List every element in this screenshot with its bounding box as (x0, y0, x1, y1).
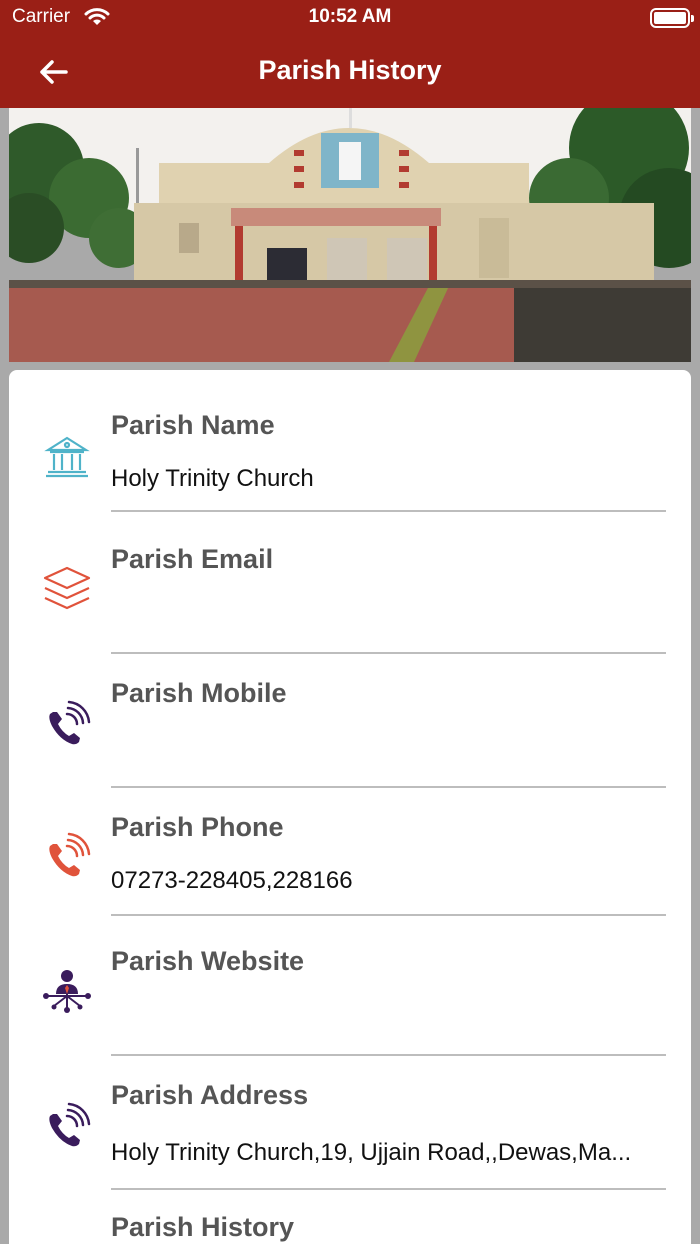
parish-history-label: Parish History (111, 1212, 295, 1242)
battery-icon (650, 8, 694, 28)
parish-phone-label: Parish Phone (111, 812, 284, 842)
page-title: Parish History (258, 55, 442, 85)
church-icon (42, 432, 92, 482)
phone-signal-icon[interactable] (42, 832, 92, 882)
parish-address-value: Holy Trinity Church,19, Ujjain Road,,Dew… (111, 1139, 632, 1166)
phone-signal-icon[interactable] (42, 1102, 92, 1152)
parish-website-row: Parish Website (9, 906, 691, 1056)
phone-signal-icon[interactable] (42, 700, 92, 750)
parish-website-label: Parish Website (111, 946, 305, 976)
parish-photo (9, 108, 691, 362)
parish-name-value: Holy Trinity Church (111, 465, 314, 492)
nav-bar: Carrier 10:52 AM Parish History (0, 0, 700, 108)
parish-email-row: Parish Email (9, 504, 691, 654)
parish-address-row: Parish Address Holy Trinity Church,19, U… (9, 1040, 691, 1190)
parish-phone-row: Parish Phone 07273-228405,228166 (9, 772, 691, 916)
parish-name-row: Parish Name Holy Trinity Church (9, 370, 691, 512)
parish-address-label: Parish Address (111, 1080, 309, 1110)
parish-name-label: Parish Name (111, 410, 275, 440)
parish-details-card: Parish Name Holy Trinity Church Parish E… (9, 370, 691, 1244)
layers-icon (42, 564, 92, 614)
parish-email-label: Parish Email (111, 544, 274, 574)
parish-phone-value: 07273-228405,228166 (111, 867, 353, 894)
clock: 10:52 AM (308, 6, 392, 27)
status-bar: Carrier 10:52 AM (0, 0, 700, 36)
parish-history-row: Parish History (9, 1174, 691, 1244)
parish-mobile-row: Parish Mobile (9, 638, 691, 788)
parish-mobile-label: Parish Mobile (111, 678, 287, 708)
network-icon[interactable] (42, 966, 92, 1016)
